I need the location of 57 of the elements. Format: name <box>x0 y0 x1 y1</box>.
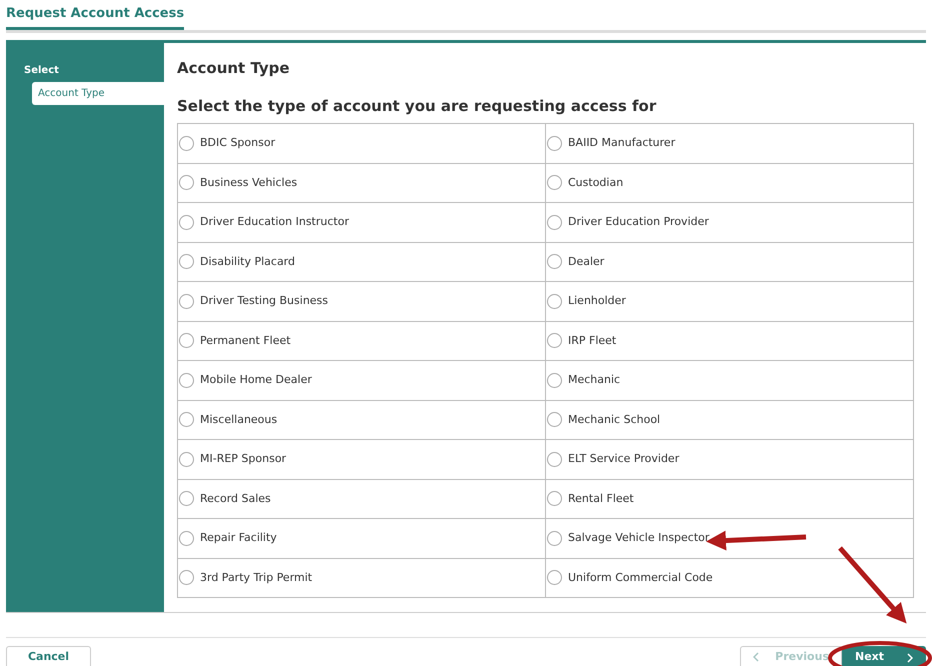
option-label: 3rd Party Trip Permit <box>200 570 312 586</box>
option-label: Repair Facility <box>200 530 277 546</box>
option-label: Dealer <box>568 254 604 270</box>
radio-button[interactable] <box>179 333 194 348</box>
question-text: Select the type of account you are requesting access for <box>177 97 658 115</box>
radio-button[interactable] <box>547 333 562 348</box>
option-label: Custodian <box>568 174 624 190</box>
radio-button[interactable] <box>179 254 194 270</box>
radio-button[interactable] <box>547 254 562 270</box>
option-label: ELT Service Provider <box>568 451 680 467</box>
sidebar-title: Select <box>23 64 60 78</box>
radio-button[interactable] <box>179 491 194 506</box>
radio-button[interactable] <box>179 530 194 546</box>
option-label: Lienholder <box>568 293 626 309</box>
sidebar-item[interactable]: Account Type <box>32 82 164 105</box>
radio-button[interactable] <box>179 175 194 190</box>
option-label: BAIID Manufacturer <box>568 135 676 151</box>
option-label: BDIC Sponsor <box>200 135 276 151</box>
section-title: Account Type <box>177 59 291 77</box>
radio-button[interactable] <box>547 491 562 506</box>
option-label: Mechanic <box>568 372 620 388</box>
option-label: Rental Fleet <box>568 490 634 506</box>
chevron-left-icon <box>753 652 760 662</box>
option-label: Miscellaneous <box>200 412 278 428</box>
radio-button[interactable] <box>179 294 194 309</box>
cancel-button[interactable]: Cancel <box>6 646 91 666</box>
radio-button[interactable] <box>179 412 194 428</box>
radio-button[interactable] <box>547 372 562 388</box>
radio-button[interactable] <box>547 214 562 230</box>
option-label: Disability Placard <box>200 254 295 270</box>
option-label: Salvage Vehicle Inspector <box>568 530 710 546</box>
radio-button[interactable] <box>179 214 194 230</box>
radio-button[interactable] <box>179 570 194 586</box>
option-label: Permanent Fleet <box>200 332 291 348</box>
option-label: Driver Education Instructor <box>200 214 349 230</box>
page-tab[interactable]: Request Account Access <box>6 4 184 30</box>
option-label: Mechanic School <box>568 412 660 428</box>
radio-button[interactable] <box>547 175 562 190</box>
option-label: MI-REP Sponsor <box>200 451 286 467</box>
option-label: Driver Testing Business <box>200 293 328 309</box>
radio-button[interactable] <box>179 372 194 388</box>
option-label: Business Vehicles <box>200 174 298 190</box>
radio-button[interactable] <box>547 294 562 309</box>
option-label: Record Sales <box>200 490 271 506</box>
option-label: Driver Education Provider <box>568 214 709 230</box>
option-label: Mobile Home Dealer <box>200 372 312 388</box>
radio-button[interactable] <box>547 452 562 467</box>
radio-button[interactable] <box>547 570 562 586</box>
radio-button[interactable] <box>547 530 562 546</box>
option-label: Uniform Commercial Code <box>568 570 713 586</box>
next-button[interactable]: Next <box>842 646 926 666</box>
radio-button[interactable] <box>179 136 194 151</box>
radio-button[interactable] <box>179 452 194 467</box>
option-label: IRP Fleet <box>568 332 616 348</box>
radio-button[interactable] <box>547 412 562 428</box>
chevron-right-icon <box>907 652 913 662</box>
radio-button[interactable] <box>547 136 562 151</box>
